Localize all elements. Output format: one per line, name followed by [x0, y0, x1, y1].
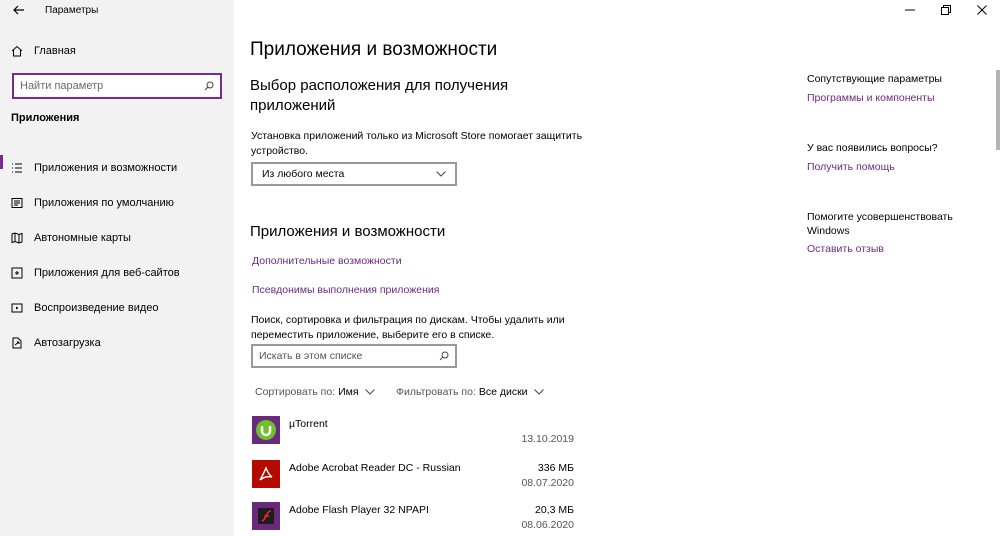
app-date: 08.06.2020	[521, 519, 574, 531]
flash-icon	[252, 502, 280, 530]
sidebar-item-label: Приложения по умолчанию	[34, 196, 174, 209]
related-settings-title: Сопутствующие параметры	[807, 73, 942, 85]
give-feedback-link[interactable]: Оставить отзыв	[807, 243, 884, 255]
map-icon	[11, 231, 23, 244]
app-date: 08.07.2020	[521, 477, 574, 489]
chevron-down-icon	[533, 389, 544, 395]
app-list-item[interactable]: Adobe Flash Player 32 NPAPI 20,3 МБ 08.0…	[252, 502, 574, 536]
scrollbar[interactable]	[996, 70, 1000, 150]
sidebar-item-video-playback[interactable]: Воспроизведение видео	[0, 290, 234, 325]
app-list-item[interactable]: µTorrent 13.10.2019	[252, 416, 574, 456]
close-icon	[977, 5, 987, 15]
sidebar-item-offline-maps[interactable]: Автономные карты	[0, 220, 234, 255]
app-list-item[interactable]: Adobe Acrobat Reader DC - Russian 336 МБ…	[252, 460, 574, 500]
search-icon	[204, 81, 214, 91]
sort-control[interactable]: Сортировать по: Имя	[255, 386, 375, 398]
settings-search[interactable]	[12, 73, 222, 99]
home-icon	[11, 45, 23, 57]
utorrent-icon	[252, 416, 280, 444]
filter-label: Фильтровать по:	[396, 386, 476, 398]
sort-label: Сортировать по:	[255, 386, 336, 398]
video-icon	[11, 302, 23, 314]
search-icon	[439, 351, 449, 361]
web-app-icon	[11, 267, 23, 279]
home-link[interactable]: Главная	[11, 41, 76, 61]
minimize-icon	[905, 9, 915, 11]
window-controls	[892, 0, 1000, 20]
window-title: Параметры	[45, 5, 99, 16]
sort-value: Имя	[338, 386, 359, 398]
app-size: 20,3 МБ	[535, 504, 574, 516]
filter-control[interactable]: Фильтровать по: Все диски	[396, 386, 544, 398]
default-apps-icon	[11, 197, 23, 209]
sidebar-item-web-apps[interactable]: Приложения для веб-сайтов	[0, 255, 234, 290]
app-name: µTorrent	[289, 418, 328, 430]
app-aliases-link[interactable]: Псевдонимы выполнения приложения	[252, 284, 439, 296]
questions-title: У вас появились вопросы?	[807, 142, 938, 154]
sidebar-nav: Приложения и возможности Приложения по у…	[0, 150, 234, 360]
install-location-value: Из любого места	[262, 168, 345, 180]
sidebar-item-default-apps[interactable]: Приложения по умолчанию	[0, 185, 234, 220]
back-arrow-icon	[13, 5, 24, 15]
improve-windows-title: Помогите усовершенствовать Windows	[807, 211, 953, 237]
back-button[interactable]	[10, 2, 28, 18]
settings-search-input[interactable]	[20, 80, 204, 92]
install-location-select[interactable]: Из любого места	[251, 162, 457, 186]
acrobat-icon	[252, 460, 280, 488]
install-location-description: Установка приложений только из Microsoft…	[251, 130, 583, 157]
app-name: Adobe Acrobat Reader DC - Russian	[289, 462, 461, 474]
sidebar-item-label: Автономные карты	[34, 231, 131, 244]
optional-features-link[interactable]: Дополнительные возможности	[252, 255, 402, 267]
sidebar-item-label: Автозагрузка	[34, 336, 101, 349]
apps-search[interactable]	[251, 344, 457, 368]
sidebar-item-startup[interactable]: Автозагрузка	[0, 325, 234, 360]
apps-features-heading: Приложения и возможности	[250, 223, 446, 240]
home-label: Главная	[34, 45, 76, 57]
restore-icon	[941, 5, 951, 15]
sidebar-item-label: Приложения для веб-сайтов	[34, 266, 180, 279]
chevron-down-icon	[364, 389, 375, 395]
list-icon	[11, 162, 23, 174]
app-size: 336 МБ	[537, 462, 574, 474]
sidebar: Параметры Главная Приложения Приложения …	[0, 0, 234, 536]
maximize-button[interactable]	[928, 0, 964, 20]
chevron-down-icon	[436, 171, 446, 177]
page-title: Приложения и возможности	[250, 39, 498, 60]
install-location-heading: Выбор расположения для получения приложе…	[250, 77, 509, 114]
close-button[interactable]	[964, 0, 1000, 20]
sidebar-section-title: Приложения	[11, 112, 80, 124]
main-content: Приложения и возможности Выбор расположе…	[234, 0, 1000, 536]
apps-list-description: Поиск, сортировка и фильтрация по дискам…	[251, 314, 565, 341]
app-name: Adobe Flash Player 32 NPAPI	[289, 504, 429, 516]
sidebar-item-label: Воспроизведение видео	[34, 301, 159, 314]
get-help-link[interactable]: Получить помощь	[807, 161, 895, 173]
sidebar-item-apps-features[interactable]: Приложения и возможности	[0, 150, 234, 185]
startup-icon	[11, 337, 23, 349]
minimize-button[interactable]	[892, 0, 928, 20]
filter-value: Все диски	[478, 386, 528, 398]
apps-search-input[interactable]	[259, 350, 439, 362]
app-date: 13.10.2019	[521, 433, 574, 445]
sidebar-item-label: Приложения и возможности	[34, 161, 178, 174]
programs-features-link[interactable]: Программы и компоненты	[807, 92, 935, 104]
